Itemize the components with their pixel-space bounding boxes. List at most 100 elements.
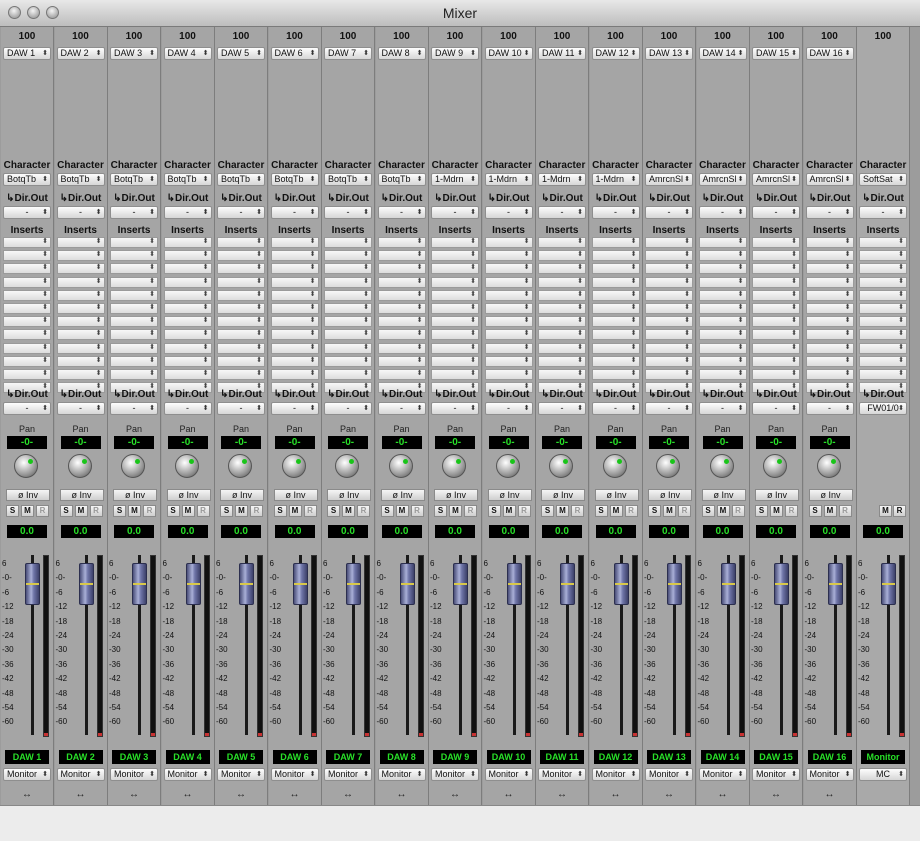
stereo-link-icon[interactable]: ↔ xyxy=(804,789,856,800)
insert-slot[interactable]: ⬍ xyxy=(324,369,372,380)
destination-select[interactable]: Monitor ⬍ xyxy=(377,768,426,781)
dir-out-select[interactable]: - ⬍ xyxy=(484,206,533,219)
input-select[interactable]: DAW 5 ⬍ xyxy=(217,47,265,60)
input-select[interactable]: DAW 12 ⬍ xyxy=(591,47,640,60)
insert-slot[interactable]: ⬍ xyxy=(377,329,426,341)
insert-slot[interactable]: ⬍ xyxy=(484,303,533,314)
insert-slot[interactable]: ⬍ xyxy=(377,276,426,288)
insert-slot[interactable]: ⬍ xyxy=(324,355,372,367)
insert-slot[interactable]: ⬍ xyxy=(859,263,907,275)
insert-slot[interactable]: ⬍ xyxy=(431,289,479,301)
volume-fader[interactable] xyxy=(132,563,147,605)
insert-slot[interactable]: ⬍ xyxy=(110,369,158,380)
stereo-link-icon[interactable]: ↔ xyxy=(108,789,160,800)
phase-invert-button[interactable]: ø Inv xyxy=(59,489,104,501)
insert-slot[interactable]: ⬍ xyxy=(538,237,586,248)
dir-out-select[interactable]: - ⬍ xyxy=(752,206,800,219)
insert-slot[interactable]: ⬍ xyxy=(217,329,265,341)
mute-button[interactable]: M xyxy=(128,505,141,517)
dir-out-select[interactable]: - ⬍ xyxy=(645,206,693,219)
insert-slot[interactable]: ⬍ xyxy=(591,355,640,367)
character-select[interactable]: AmrcnSl ⬍ xyxy=(752,173,800,186)
volume-fader[interactable] xyxy=(292,563,308,605)
character-select[interactable]: AmrcnSl ⬍ xyxy=(698,173,747,186)
insert-slot[interactable]: ⬍ xyxy=(3,276,51,288)
dir-out-select[interactable]: - ⬍ xyxy=(377,402,426,415)
dir-out-select[interactable]: - ⬍ xyxy=(377,206,426,219)
insert-slot[interactable]: ⬍ xyxy=(484,369,533,380)
insert-slot[interactable]: ⬍ xyxy=(270,289,319,301)
destination-select[interactable]: Monitor ⬍ xyxy=(56,768,105,781)
insert-slot[interactable]: ⬍ xyxy=(859,342,907,354)
pan-knob[interactable] xyxy=(174,454,199,478)
character-select[interactable]: AmrcnSl ⬍ xyxy=(645,173,693,186)
phase-invert-button[interactable]: ø Inv xyxy=(113,489,157,501)
insert-slot[interactable]: ⬍ xyxy=(591,250,640,262)
dir-out-select[interactable]: - ⬍ xyxy=(645,402,693,415)
insert-slot[interactable]: ⬍ xyxy=(110,355,158,367)
input-select[interactable]: DAW 14 ⬍ xyxy=(698,47,747,60)
volume-fader[interactable] xyxy=(25,563,40,605)
dir-out-select[interactable]: - ⬍ xyxy=(324,206,372,219)
insert-slot[interactable]: ⬍ xyxy=(752,237,800,248)
volume-fader[interactable] xyxy=(239,563,254,605)
insert-slot[interactable]: ⬍ xyxy=(3,342,51,354)
insert-slot[interactable]: ⬍ xyxy=(110,303,158,314)
insert-slot[interactable]: ⬍ xyxy=(163,289,212,301)
mute-button[interactable]: M xyxy=(716,505,730,517)
record-button[interactable]: R xyxy=(89,505,103,517)
insert-slot[interactable]: ⬍ xyxy=(698,263,747,275)
dir-out-select[interactable]: - ⬍ xyxy=(591,402,640,415)
insert-slot[interactable]: ⬍ xyxy=(56,237,105,248)
dir-out-select[interactable]: - ⬍ xyxy=(538,206,586,219)
insert-slot[interactable]: ⬍ xyxy=(591,316,640,328)
insert-slot[interactable]: ⬍ xyxy=(805,289,854,301)
mute-button[interactable]: M xyxy=(395,505,409,517)
insert-slot[interactable]: ⬍ xyxy=(110,289,158,301)
destination-select[interactable]: Monitor ⬍ xyxy=(645,768,693,781)
solo-button[interactable]: S xyxy=(808,505,822,517)
insert-slot[interactable]: ⬍ xyxy=(591,237,640,248)
insert-slot[interactable]: ⬍ xyxy=(431,303,479,314)
destination-select[interactable]: Monitor ⬍ xyxy=(538,768,586,781)
insert-slot[interactable]: ⬍ xyxy=(270,329,319,341)
phase-invert-button[interactable]: ø Inv xyxy=(273,489,318,501)
insert-slot[interactable]: ⬍ xyxy=(163,237,212,248)
insert-slot[interactable]: ⬍ xyxy=(859,289,907,301)
dir-out-select[interactable]: - ⬍ xyxy=(805,402,854,415)
insert-slot[interactable]: ⬍ xyxy=(431,263,479,275)
dir-out-select[interactable]: - ⬍ xyxy=(3,402,51,415)
input-select[interactable]: DAW 11 ⬍ xyxy=(538,47,586,60)
insert-slot[interactable]: ⬍ xyxy=(698,369,747,380)
insert-slot[interactable]: ⬍ xyxy=(377,303,426,314)
stereo-link-icon[interactable]: ↔ xyxy=(429,789,481,800)
insert-slot[interactable]: ⬍ xyxy=(377,237,426,248)
insert-slot[interactable]: ⬍ xyxy=(163,250,212,262)
insert-slot[interactable]: ⬍ xyxy=(752,303,800,314)
input-select[interactable]: DAW 2 ⬍ xyxy=(56,47,105,60)
insert-slot[interactable]: ⬍ xyxy=(56,250,105,262)
phase-invert-button[interactable]: ø Inv xyxy=(327,489,371,501)
insert-slot[interactable]: ⬍ xyxy=(324,289,372,301)
mute-button[interactable]: M xyxy=(21,505,34,517)
insert-slot[interactable]: ⬍ xyxy=(484,237,533,248)
insert-slot[interactable]: ⬍ xyxy=(3,289,51,301)
mute-button[interactable]: M xyxy=(235,505,248,517)
input-select[interactable]: DAW 1 ⬍ xyxy=(3,47,51,60)
insert-slot[interactable]: ⬍ xyxy=(270,355,319,367)
insert-slot[interactable]: ⬍ xyxy=(3,316,51,328)
insert-slot[interactable]: ⬍ xyxy=(3,303,51,314)
insert-slot[interactable]: ⬍ xyxy=(859,369,907,380)
phase-invert-button[interactable]: ø Inv xyxy=(594,489,639,501)
volume-fader[interactable] xyxy=(506,563,522,605)
insert-slot[interactable]: ⬍ xyxy=(805,237,854,248)
insert-slot[interactable]: ⬍ xyxy=(484,316,533,328)
insert-slot[interactable]: ⬍ xyxy=(538,289,586,301)
insert-slot[interactable]: ⬍ xyxy=(805,329,854,341)
insert-slot[interactable]: ⬍ xyxy=(270,276,319,288)
insert-slot[interactable]: ⬍ xyxy=(377,342,426,354)
insert-slot[interactable]: ⬍ xyxy=(752,355,800,367)
insert-slot[interactable]: ⬍ xyxy=(859,355,907,367)
destination-select[interactable]: Monitor ⬍ xyxy=(110,768,158,781)
mute-button[interactable]: M xyxy=(342,505,355,517)
